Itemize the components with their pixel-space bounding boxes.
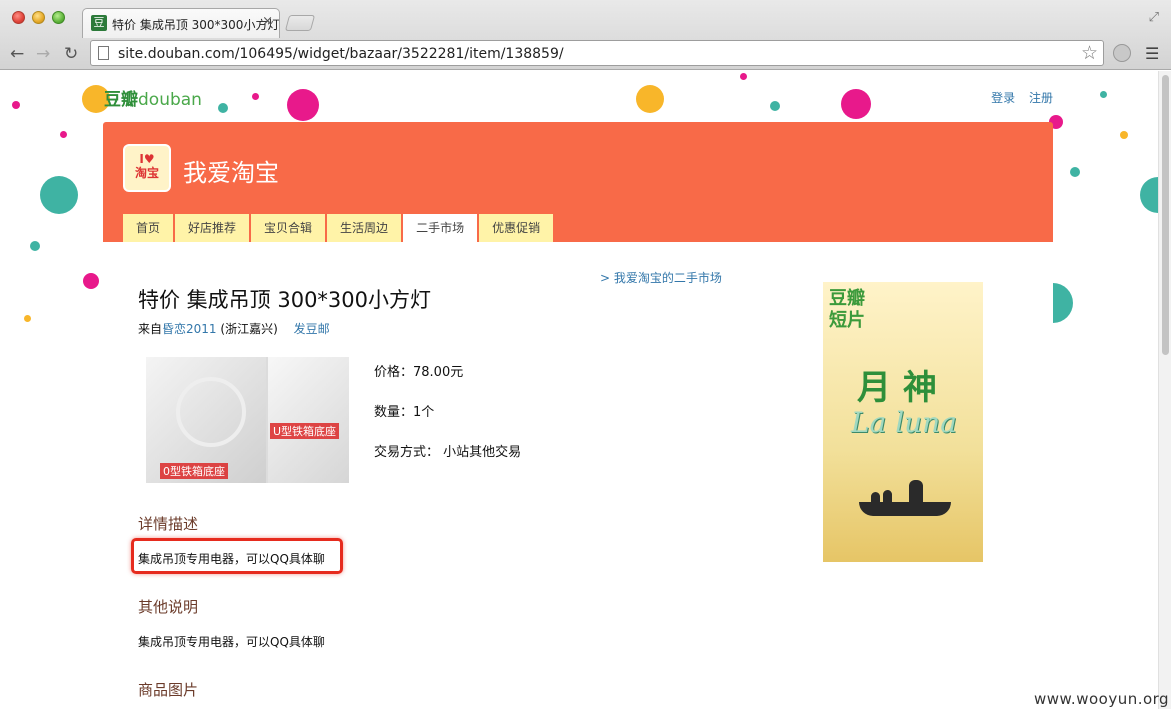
photo-caption-2: U型铁箱底座	[270, 423, 340, 439]
other-heading: 其他说明	[138, 598, 199, 616]
watermark: www.wooyun.org	[1034, 690, 1170, 708]
forward-arrow-icon[interactable]: →	[36, 44, 50, 64]
tab-promotions[interactable]: 优惠促销	[479, 214, 556, 242]
item-title: 特价 集成吊顶 300*300小方灯	[138, 288, 432, 312]
douban-logo[interactable]: 豆瓣douban	[104, 85, 202, 110]
owner-link[interactable]: 昏恋2011	[162, 322, 217, 336]
tab-close-icon[interactable]: ×	[262, 14, 273, 29]
minimize-window-button[interactable]	[32, 11, 45, 24]
send-mail-link[interactable]: 发豆邮	[294, 322, 330, 336]
close-window-button[interactable]	[12, 11, 25, 24]
tab-home[interactable]: 首页	[123, 214, 176, 242]
decor-dot	[1053, 283, 1073, 323]
browser-chrome: 豆 特价 集成吊顶 300*300小方灯 × ⤢ ← → ↻ site.doub…	[0, 0, 1171, 70]
ad-subtitle: La luna	[851, 406, 957, 439]
page-viewport: 豆瓣douban 登录 注册 I♥ 淘宝 我爱淘宝 首页 好店推荐 宝贝合辑 生…	[0, 71, 1158, 709]
photo-right-panel	[268, 357, 349, 483]
decor-dot	[83, 273, 99, 289]
decor-dot	[770, 101, 780, 111]
ad-brand-line-1: 豆瓣	[829, 288, 865, 309]
extension-icon[interactable]	[1113, 44, 1131, 62]
item-quantity: 数量：1个	[374, 405, 435, 420]
group-avatar-text-2: 淘宝	[134, 166, 159, 180]
decor-dot	[218, 103, 228, 113]
item-meta: 来自昏恋2011 (浙江嘉兴) 发豆邮	[138, 320, 330, 337]
decor-dot	[1140, 177, 1158, 213]
tab-title: 特价 集成吊顶 300*300小方灯	[112, 18, 280, 32]
group-avatar-text-1: I♥	[139, 152, 155, 166]
decor-dot	[24, 315, 31, 322]
group-banner: I♥ 淘宝 我爱淘宝 首页 好店推荐 宝贝合辑 生活周边 二手市场 优惠促销	[103, 122, 1053, 242]
fullscreen-icon[interactable]: ⤢	[1149, 10, 1159, 25]
boat-figure-icon	[883, 490, 892, 502]
boat-icon	[859, 502, 951, 516]
decor-dot	[252, 93, 259, 100]
boat-figure-icon	[871, 492, 880, 502]
tab-lifestyle[interactable]: 生活周边	[327, 214, 404, 242]
page-icon	[98, 46, 109, 60]
tab-collections[interactable]: 宝贝合辑	[251, 214, 328, 242]
photo-caption-1: 0型铁箱底座	[160, 463, 228, 479]
other-text: 集成吊顶专用电器，可以QQ具体聊	[138, 635, 325, 649]
sidebar-ad[interactable]: 豆瓣 短片 月 神 La luna	[823, 282, 983, 562]
url-text[interactable]: site.douban.com/106495/widget/bazaar/352…	[118, 46, 564, 62]
register-link[interactable]: 注册	[1029, 91, 1053, 105]
decor-dot	[1120, 131, 1128, 139]
item-trade-method: 交易方式： 小站其他交易	[374, 445, 522, 460]
logo-en-text: douban	[138, 90, 202, 110]
item-photo[interactable]: 0型铁箱底座 U型铁箱底座	[146, 357, 349, 483]
decor-dot	[1070, 167, 1080, 177]
decor-dot	[30, 241, 40, 251]
decor-dot	[740, 73, 747, 80]
browser-tab[interactable]: 豆 特价 集成吊顶 300*300小方灯 ×	[82, 8, 280, 38]
boat-figure-icon	[909, 480, 923, 502]
logo-cn-text: 豆瓣	[104, 90, 138, 110]
scrollbar-thumb[interactable]	[1162, 75, 1169, 355]
decor-dot	[287, 89, 319, 121]
menu-icon[interactable]: ☰	[1145, 44, 1159, 63]
decor-dot	[12, 101, 20, 109]
group-title[interactable]: 我爱淘宝	[183, 153, 279, 188]
ad-brand-line-2: 短片	[829, 310, 865, 331]
decor-dot	[40, 176, 78, 214]
zoom-window-button[interactable]	[52, 11, 65, 24]
ad-brand: 豆瓣 短片	[829, 288, 865, 332]
from-prefix: 来自	[138, 322, 163, 336]
group-nav: 首页 好店推荐 宝贝合辑 生活周边 二手市场 优惠促销	[123, 214, 556, 242]
details-heading: 详情描述	[138, 515, 199, 533]
market-breadcrumb-link[interactable]: > 我爱淘宝的二手市场	[600, 269, 722, 286]
reload-icon[interactable]: ↻	[64, 44, 78, 64]
new-tab-button[interactable]	[284, 15, 316, 31]
douban-favicon-icon: 豆	[91, 15, 107, 31]
highlight-box	[131, 538, 343, 574]
images-heading: 商品图片	[138, 681, 199, 699]
back-arrow-icon[interactable]: ←	[10, 44, 24, 64]
group-avatar-icon[interactable]: I♥ 淘宝	[123, 144, 171, 192]
decor-dot	[1100, 91, 1107, 98]
star-icon[interactable]: ☆	[1081, 42, 1098, 64]
address-bar[interactable]: site.douban.com/106495/widget/bazaar/352…	[90, 40, 1104, 66]
decor-dot	[841, 89, 871, 119]
lamp-ring-shape	[176, 377, 246, 447]
item-price: 价格：78.00元	[374, 365, 464, 380]
page-scrollbar[interactable]	[1158, 71, 1171, 709]
account-links: 登录 注册	[981, 89, 1053, 106]
ad-title: 月 神	[857, 368, 937, 408]
tab-shop-picks[interactable]: 好店推荐	[175, 214, 252, 242]
tab-secondhand-market[interactable]: 二手市场	[403, 214, 480, 242]
login-link[interactable]: 登录	[991, 91, 1015, 105]
decor-dot	[60, 131, 67, 138]
decor-dot	[636, 85, 664, 113]
owner-location: (浙江嘉兴)	[220, 322, 278, 336]
